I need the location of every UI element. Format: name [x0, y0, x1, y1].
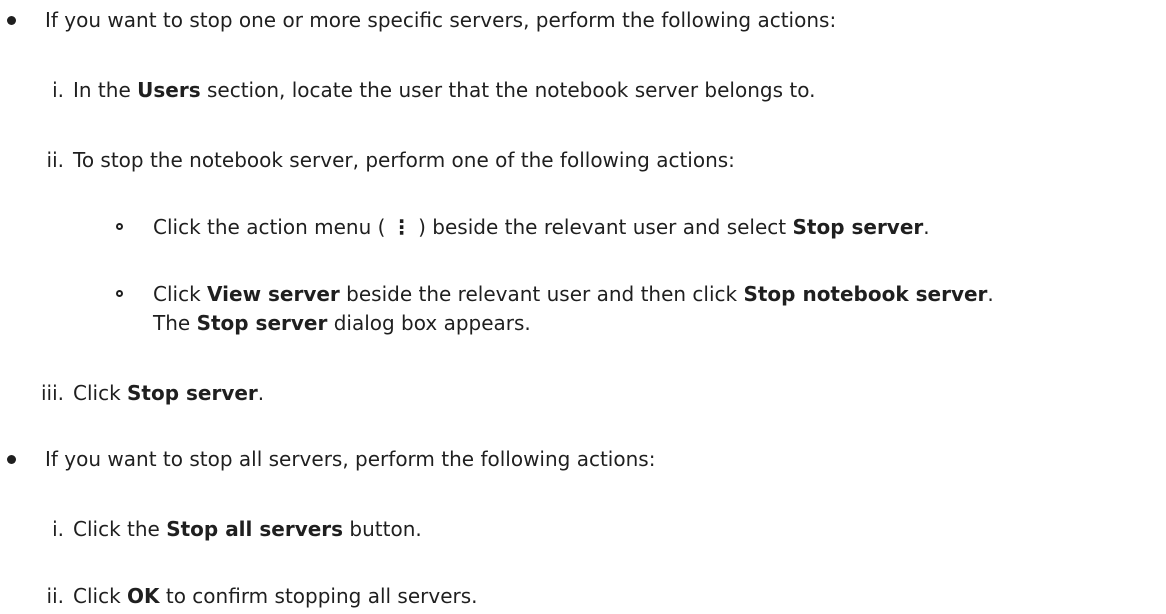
- step-number: ii.: [46, 584, 64, 608]
- step-text: In the Users section, locate the user th…: [73, 78, 816, 102]
- kebab-icon: ⋮: [391, 215, 412, 239]
- stop-all-servers-label: Stop all servers: [166, 517, 344, 541]
- ok-label: OK: [127, 584, 160, 608]
- stop-server-label: Stop server: [792, 215, 924, 239]
- step-number: iii.: [40, 381, 64, 405]
- list-item-intro: If you want to stop one or more specific…: [45, 8, 837, 32]
- list-item-intro: If you want to stop all servers, perform…: [45, 447, 656, 471]
- stop-notebook-server-label: Stop notebook server: [743, 282, 988, 306]
- step-number: i.: [52, 78, 64, 102]
- step-number: i.: [52, 517, 64, 541]
- sub-list-bullet: [116, 290, 123, 297]
- sub-list-bullet: [116, 223, 123, 230]
- step-text: To stop the notebook server, perform one…: [73, 148, 735, 172]
- stop-server-dialog-label: Stop server: [196, 311, 328, 335]
- sub-step-text: Click the action menu ( ⋮ ) beside the r…: [153, 215, 930, 239]
- step-text: Click the Stop all servers button.: [73, 517, 422, 541]
- users-section-label: Users: [137, 78, 201, 102]
- step-text: Click Stop server.: [73, 381, 265, 405]
- sub-step-text-continued: The Stop server dialog box appears.: [153, 311, 531, 335]
- step-text: Click OK to confirm stopping all servers…: [73, 584, 478, 608]
- stop-server-label: Stop server: [127, 381, 258, 405]
- list-bullet: [7, 455, 16, 464]
- list-bullet: [7, 16, 16, 25]
- step-number: ii.: [46, 148, 64, 172]
- view-server-label: View server: [207, 282, 340, 306]
- sub-step-text: Click View server beside the relevant us…: [153, 282, 994, 306]
